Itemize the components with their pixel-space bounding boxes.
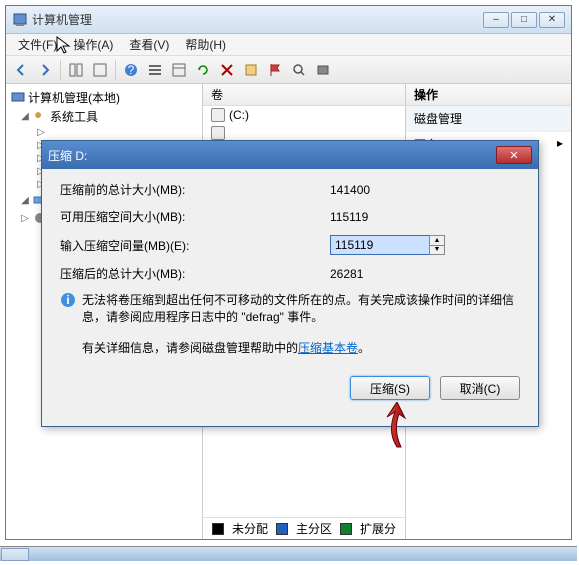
- delete-button[interactable]: [216, 59, 238, 81]
- tree-systools[interactable]: 系统工具: [50, 108, 98, 125]
- legend: 未分配 主分区 扩展分: [203, 517, 405, 539]
- total-after-label: 压缩后的总计大小(MB):: [60, 265, 330, 282]
- spinner-up[interactable]: ▲: [430, 236, 444, 246]
- search-button[interactable]: [288, 59, 310, 81]
- legend-extended-icon: [340, 523, 352, 535]
- menu-action[interactable]: 操作(A): [65, 34, 121, 55]
- taskbar-item[interactable]: [1, 548, 29, 561]
- expand-icon[interactable]: ◢: [20, 195, 30, 206]
- back-button[interactable]: [10, 59, 32, 81]
- spinner-down[interactable]: ▼: [430, 246, 444, 255]
- info-text: 无法将卷压缩到超出任何不可移动的文件所在的点。有关完成该操作时间的详细信息，请参…: [82, 292, 520, 326]
- shrink-button[interactable]: 压缩(S): [350, 376, 430, 400]
- total-after-value: 26281: [330, 267, 450, 281]
- flag-button[interactable]: [264, 59, 286, 81]
- wrench-icon: [32, 109, 48, 125]
- actions-disk[interactable]: 磁盘管理: [406, 106, 571, 132]
- computer-icon: [10, 90, 26, 106]
- legend-primary-icon: [276, 523, 288, 535]
- config-button[interactable]: [312, 59, 334, 81]
- tree-root[interactable]: 计算机管理(本地): [28, 89, 120, 106]
- detail-prefix: 有关详细信息，请参阅磁盘管理帮助中的: [82, 341, 298, 355]
- legend-primary: 主分区: [296, 520, 332, 537]
- list-button[interactable]: [144, 59, 166, 81]
- detail-suffix: 。: [358, 341, 370, 355]
- view-button[interactable]: [89, 59, 111, 81]
- properties-button[interactable]: [240, 59, 262, 81]
- drive-icon: [211, 126, 225, 140]
- shrink-dialog: 压缩 D: ✕ 压缩前的总计大小(MB): 141400 可用压缩空间大小(MB…: [41, 140, 539, 427]
- total-before-label: 压缩前的总计大小(MB):: [60, 181, 330, 198]
- maximize-button[interactable]: □: [511, 12, 537, 28]
- drive-icon: [211, 108, 225, 122]
- menubar: 文件(F) 操作(A) 查看(V) 帮助(H): [6, 34, 571, 56]
- menu-view[interactable]: 查看(V): [121, 34, 177, 55]
- total-before-value: 141400: [330, 183, 450, 197]
- dialog-titlebar[interactable]: 压缩 D: ✕: [42, 141, 538, 169]
- help-button[interactable]: ?: [120, 59, 142, 81]
- close-button[interactable]: ✕: [539, 12, 565, 28]
- minimize-button[interactable]: –: [483, 12, 509, 28]
- legend-extended: 扩展分: [360, 520, 396, 537]
- toolbar: ?: [6, 56, 571, 84]
- taskbar[interactable]: [0, 546, 577, 561]
- cancel-button[interactable]: 取消(C): [440, 376, 520, 400]
- dialog-close-button[interactable]: ✕: [496, 146, 532, 164]
- window-title: 计算机管理: [32, 11, 483, 28]
- actions-header: 操作: [406, 84, 571, 106]
- svg-text:?: ?: [128, 63, 135, 77]
- hide-tree-button[interactable]: [65, 59, 87, 81]
- volume-label: (C:): [229, 108, 249, 122]
- spinner[interactable]: ▲▼: [429, 235, 445, 255]
- expand-icon[interactable]: ◢: [20, 111, 30, 122]
- shrink-help-link[interactable]: 压缩基本卷: [298, 341, 358, 355]
- available-value: 115119: [330, 210, 450, 224]
- dialog-title: 压缩 D:: [48, 147, 496, 164]
- volume-row-c[interactable]: (C:): [203, 106, 405, 124]
- shrink-amount-label: 输入压缩空间量(MB)(E):: [60, 237, 330, 254]
- detail-text: 有关详细信息，请参阅磁盘管理帮助中的压缩基本卷。: [82, 340, 370, 357]
- app-icon: [12, 12, 28, 28]
- shrink-amount-input[interactable]: [330, 235, 430, 255]
- info-icon: i: [60, 292, 76, 308]
- available-label: 可用压缩空间大小(MB):: [60, 208, 330, 225]
- refresh-button[interactable]: [192, 59, 214, 81]
- menu-help[interactable]: 帮助(H): [177, 34, 234, 55]
- expand-icon[interactable]: ▷: [36, 127, 46, 138]
- svg-text:i: i: [66, 293, 69, 307]
- titlebar[interactable]: 计算机管理 – □ ✕: [6, 6, 571, 34]
- legend-unalloc-icon: [212, 523, 224, 535]
- forward-button[interactable]: [34, 59, 56, 81]
- chevron-right-icon: ▸: [557, 136, 563, 153]
- detail-button[interactable]: [168, 59, 190, 81]
- volume-header[interactable]: 卷: [203, 84, 405, 106]
- menu-file[interactable]: 文件(F): [10, 34, 65, 55]
- expand-icon[interactable]: ▷: [20, 213, 30, 224]
- legend-unalloc: 未分配: [232, 520, 268, 537]
